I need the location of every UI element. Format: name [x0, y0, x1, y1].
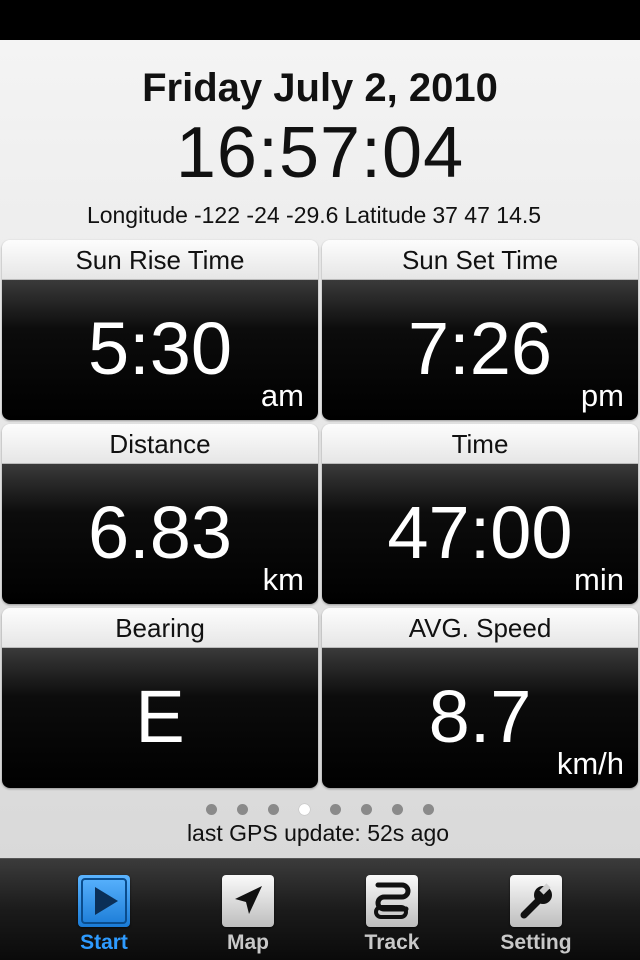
tile-bearing: Bearing E: [2, 608, 318, 788]
tile-title: Sun Set Time: [322, 240, 638, 280]
tab-label: Map: [227, 931, 269, 954]
page-dot[interactable]: [423, 804, 434, 815]
tab-track[interactable]: Track: [332, 859, 452, 960]
tile-unit: pm: [580, 378, 624, 413]
tab-label: Setting: [500, 931, 572, 954]
latitude-label: Latitude: [344, 202, 427, 228]
tile-distance: Distance 6.83 km: [2, 424, 318, 604]
tile-title: Sun Rise Time: [2, 240, 318, 280]
tab-setting[interactable]: Setting: [476, 859, 596, 960]
navigation-arrow-icon: [222, 875, 274, 927]
page-dot[interactable]: [237, 804, 248, 815]
page-indicator[interactable]: [0, 802, 640, 815]
tile-unit: min: [574, 562, 624, 597]
page-dot[interactable]: [206, 804, 217, 815]
tile-elapsed-time: Time 47:00 min: [322, 424, 638, 604]
tile-title: AVG. Speed: [322, 608, 638, 648]
tile-unit: km/h: [556, 746, 624, 781]
tile-title: Bearing: [2, 608, 318, 648]
tile-sunrise: Sun Rise Time 5:30 am: [2, 240, 318, 420]
tile-unit: km: [262, 562, 304, 597]
tab-map[interactable]: Map: [188, 859, 308, 960]
tile-value: E: [135, 675, 185, 758]
main-screen: Friday July 2, 2010 16:57:04 Longitude -1…: [0, 40, 640, 858]
date-label: Friday July 2, 2010: [142, 66, 498, 110]
page-dot[interactable]: [299, 804, 310, 815]
clock-time: 16:57:04: [175, 113, 465, 193]
page-dot[interactable]: [361, 804, 372, 815]
longitude-value: -122 -24 -29.6: [193, 202, 339, 228]
status-bar: [0, 0, 640, 40]
tile-title: Distance: [2, 424, 318, 464]
tab-label: Track: [364, 931, 420, 954]
track-path-icon: [366, 875, 418, 927]
tab-label: Start: [80, 931, 128, 954]
tile-sunset: Sun Set Time 7:26 pm: [322, 240, 638, 420]
play-icon: [78, 875, 130, 927]
tab-start[interactable]: Start: [44, 859, 164, 960]
tab-bar: Start Map Track Setting: [0, 858, 640, 960]
gps-status: last GPS update: 52s ago: [186, 820, 450, 846]
page-dot[interactable]: [330, 804, 341, 815]
tile-avg-speed: AVG. Speed 8.7 km/h: [322, 608, 638, 788]
tile-unit: am: [260, 378, 304, 413]
coordinates-line: Longitude -122 -24 -29.6 Latitude 37 47 14.…: [0, 202, 628, 229]
longitude-label: Longitude: [86, 202, 188, 228]
page-dot[interactable]: [268, 804, 279, 815]
latitude-value: 37 47 14.5: [432, 202, 542, 228]
wrench-icon: [510, 875, 562, 927]
tile-title: Time: [322, 424, 638, 464]
page-dot[interactable]: [392, 804, 403, 815]
